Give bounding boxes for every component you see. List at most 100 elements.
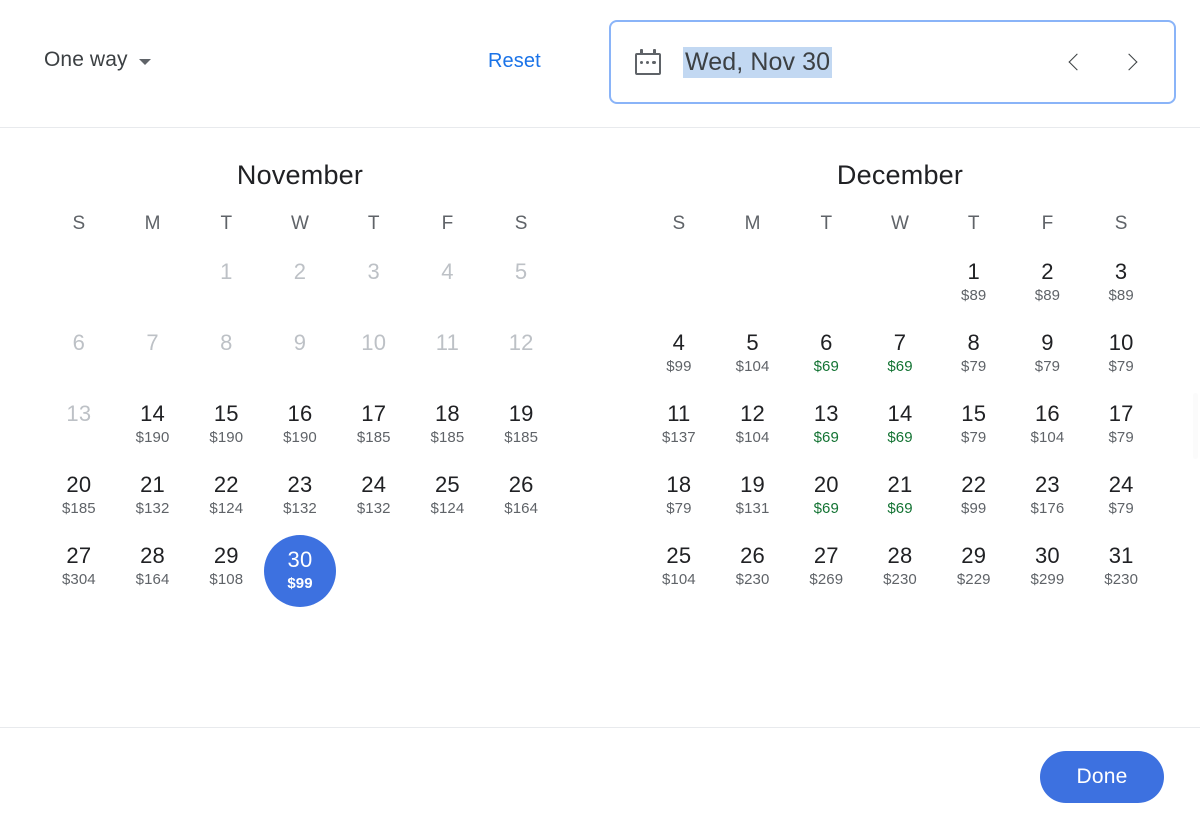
reset-button[interactable]: Reset (488, 50, 541, 73)
day-cell[interactable]: 17 $79 (1084, 395, 1158, 466)
calendar-panel: November S M T W T F S 1 2 3 4 5 6 7 8 9 10 11 12 13 14 $190 15… (0, 128, 1200, 728)
day-number: 25 (666, 543, 692, 568)
day-number: 9 (1041, 330, 1054, 355)
day-cell[interactable]: 10 $79 (1084, 324, 1158, 395)
day-cell[interactable]: 15 $190 (189, 395, 263, 466)
day-cell[interactable]: 24 $132 (337, 466, 411, 537)
day-number: 5 (514, 259, 528, 284)
day-price: $79 (1034, 358, 1061, 375)
calendar-icon (635, 49, 661, 75)
day-cell[interactable]: 23 $132 (263, 466, 337, 537)
day-cell[interactable]: 17 $185 (337, 395, 411, 466)
day-cell[interactable]: 25 $124 (411, 466, 485, 537)
day-price: $304 (61, 571, 96, 588)
date-input-value[interactable]: Wed, Nov 30 (683, 46, 833, 78)
day-number: 23 (1034, 472, 1060, 497)
day-cell[interactable]: 6 $69 (789, 324, 863, 395)
day-cell[interactable]: 1 $89 (937, 253, 1011, 324)
day-number: 11 (435, 330, 460, 355)
day-cell[interactable]: 27 $304 (42, 537, 116, 608)
day-cell[interactable]: 21 $69 (863, 466, 937, 537)
day-grid: 1 2 3 4 5 6 7 8 9 10 11 12 13 14 $190 15 $190 16 $190 17 $18… (42, 253, 558, 608)
previous-day-button[interactable] (1062, 47, 1092, 77)
day-cell[interactable]: 13 $69 (789, 395, 863, 466)
day-cell[interactable]: 9 $79 (1011, 324, 1085, 395)
day-cell[interactable]: 28 $164 (116, 537, 190, 608)
toolbar: One way Reset Wed, Nov 30 (0, 0, 1200, 128)
calendar-scrollbar[interactable] (1193, 393, 1198, 459)
day-cell[interactable]: 8 $79 (937, 324, 1011, 395)
day-cell: 6 (42, 324, 116, 395)
day-cell[interactable]: 22 $99 (937, 466, 1011, 537)
day-cell[interactable]: 19 $131 (716, 466, 790, 537)
month-first: November S M T W T F S 1 2 3 4 5 6 7 8 9 10 11 12 13 14 $190 15… (0, 160, 600, 727)
day-cell[interactable]: 18 $79 (642, 466, 716, 537)
day-cell[interactable]: 29 $229 (937, 537, 1011, 608)
day-cell[interactable]: 25 $104 (642, 537, 716, 608)
day-cell[interactable]: 29 $108 (189, 537, 263, 608)
day-cell[interactable]: 22 $124 (189, 466, 263, 537)
day-price: $89 (1108, 287, 1134, 304)
day-price: $79 (1108, 429, 1134, 446)
day-cell[interactable]: 30 $299 (1011, 537, 1085, 608)
day-number: 9 (293, 330, 307, 355)
day-cell[interactable]: 2 $89 (1011, 253, 1085, 324)
day-number: 4 (441, 259, 454, 284)
done-button[interactable]: Done (1040, 750, 1164, 803)
day-grid: 1 $89 2 $89 3 $89 4 $99 5 $104 6 $69 7 $69 8 $79 9 $79 10 $… (642, 253, 1158, 608)
day-cell[interactable]: 20 $185 (42, 466, 116, 537)
day-cell[interactable]: 18 $185 (411, 395, 485, 466)
day-cell[interactable]: 26 $164 (484, 466, 558, 537)
day-price: $132 (356, 500, 391, 517)
day-price: $69 (887, 429, 913, 446)
trip-type-label: One way (44, 48, 128, 71)
day-price: $230 (735, 571, 770, 588)
day-number: 3 (1114, 259, 1128, 284)
day-cell[interactable]: 5 $104 (716, 324, 790, 395)
day-number: 1 (220, 259, 233, 284)
day-cell[interactable]: 12 $104 (716, 395, 790, 466)
next-day-button[interactable] (1114, 47, 1144, 77)
day-cell[interactable]: 27 $269 (789, 537, 863, 608)
date-input-field[interactable]: Wed, Nov 30 (609, 20, 1176, 104)
day-price: $132 (135, 500, 170, 517)
day-cell[interactable]: 28 $230 (863, 537, 937, 608)
day-of-week-label: S (1114, 213, 1128, 234)
date-nav-arrows (1062, 47, 1144, 77)
trip-type-dropdown[interactable]: One way (44, 48, 151, 72)
day-number: 24 (1108, 472, 1134, 497)
day-number: 14 (140, 401, 165, 426)
day-cell[interactable]: 23 $176 (1011, 466, 1085, 537)
day-cell: 11 (411, 324, 485, 395)
day-of-week-label: M (144, 213, 161, 234)
empty-cell (116, 253, 190, 324)
day-cell[interactable]: 14 $190 (116, 395, 190, 466)
day-cell-selected[interactable]: 30 $99 (263, 535, 337, 608)
day-cell[interactable]: 31 $230 (1084, 537, 1158, 608)
day-cell[interactable]: 14 $69 (863, 395, 937, 466)
day-cell[interactable]: 4 $99 (642, 324, 716, 395)
day-cell[interactable]: 7 $69 (863, 324, 937, 395)
day-cell[interactable]: 21 $132 (116, 466, 190, 537)
day-cell[interactable]: 15 $79 (937, 395, 1011, 466)
day-price: $190 (135, 429, 170, 446)
day-cell[interactable]: 20 $69 (789, 466, 863, 537)
day-cell[interactable]: 3 $89 (1084, 253, 1158, 324)
day-cell[interactable]: 16 $190 (263, 395, 337, 466)
day-cell[interactable]: 19 $185 (484, 395, 558, 466)
day-number: 27 (813, 543, 839, 568)
day-price: $131 (735, 500, 770, 517)
day-cell[interactable]: 11 $137 (642, 395, 716, 466)
chevron-left-icon (1068, 53, 1086, 71)
day-cell[interactable]: 26 $230 (716, 537, 790, 608)
day-of-week-label: F (441, 213, 454, 234)
day-number: 21 (140, 472, 165, 497)
day-cell[interactable]: 16 $104 (1011, 395, 1085, 466)
day-price: $69 (813, 500, 839, 517)
day-price: $89 (961, 287, 987, 304)
day-number: 15 (213, 401, 239, 426)
day-cell[interactable]: 24 $79 (1084, 466, 1158, 537)
day-of-week-label: T (367, 213, 380, 234)
day-cell: 1 (189, 253, 263, 324)
day-cell: 10 (337, 324, 411, 395)
